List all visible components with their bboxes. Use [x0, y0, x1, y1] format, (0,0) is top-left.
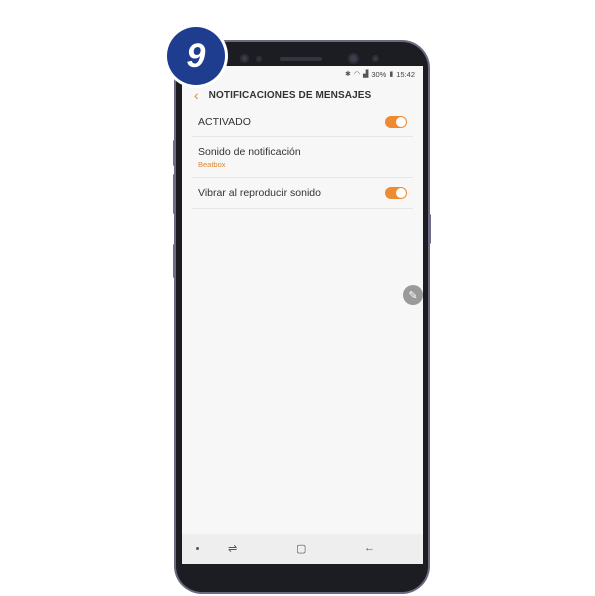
- activado-toggle[interactable]: [385, 116, 407, 128]
- setting-sonido-label: Sonido de notificación: [198, 145, 301, 158]
- setting-vibrar-label: Vibrar al reproducir sonido: [198, 187, 321, 199]
- front-camera-icon: [348, 53, 359, 64]
- navigation-bar: ⇌ ▢ ←: [182, 534, 423, 564]
- setting-activado[interactable]: ACTIVADO: [192, 108, 413, 137]
- sensor-icon: [240, 54, 249, 63]
- setting-sonido-notificacion[interactable]: Sonido de notificación Beatbox: [192, 137, 413, 178]
- nav-indicator-dot: [196, 547, 199, 550]
- step-number: 9: [167, 27, 225, 85]
- setting-activado-label: ACTIVADO: [198, 116, 251, 128]
- page-title: NOTIFICACIONES DE MENSAJES: [208, 89, 372, 101]
- wifi-icon: ◠: [353, 71, 360, 78]
- sensor-icon: [256, 56, 262, 62]
- battery-level: 30%: [371, 69, 387, 79]
- earpiece-speaker: [280, 57, 322, 61]
- volume-down-button: [173, 174, 176, 214]
- toggle-knob: [396, 117, 406, 127]
- recent-apps-icon[interactable]: ⇌: [228, 542, 237, 555]
- setting-sonido-value: Beatbox: [198, 159, 226, 169]
- back-icon[interactable]: ←: [364, 542, 375, 554]
- phone-screen: ✱ ◠ ▟ 30% ▮ 15:42 ‹ NOTIFICACIONES DE ME…: [182, 66, 423, 564]
- app-bar: ‹ NOTIFICACIONES DE MENSAJES: [182, 82, 423, 108]
- battery-icon: ▮: [389, 71, 394, 78]
- home-icon[interactable]: ▢: [296, 542, 306, 555]
- clock: 15:42: [396, 69, 415, 79]
- bluetooth-icon: ✱: [344, 71, 351, 78]
- toggle-knob: [396, 188, 406, 198]
- volume-up-button: [173, 140, 176, 166]
- back-arrow-icon[interactable]: ‹: [194, 88, 199, 102]
- step-badge: 9: [164, 24, 228, 88]
- pen-icon[interactable]: ✎: [403, 285, 423, 305]
- bixby-button: [173, 244, 176, 278]
- power-button: [428, 214, 431, 244]
- vibrar-toggle[interactable]: [385, 187, 407, 199]
- signal-icon: ▟: [362, 71, 369, 78]
- setting-vibrar[interactable]: Vibrar al reproducir sonido: [192, 178, 413, 209]
- iris-sensor-icon: [372, 55, 379, 62]
